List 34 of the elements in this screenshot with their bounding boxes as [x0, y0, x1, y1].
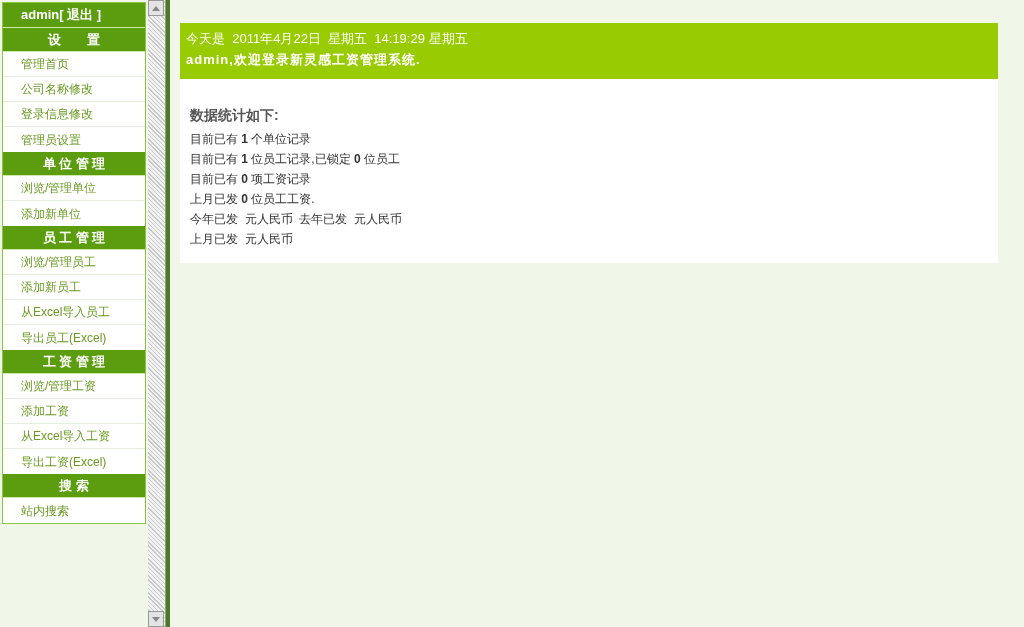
stats-line: 目前已有 1 个单位记录: [190, 131, 313, 148]
sidebar-item[interactable]: 从Excel导入员工: [3, 300, 145, 325]
scroll-up-icon[interactable]: [148, 0, 164, 16]
stats-line: 目前已有 1 位员工记录,已锁定 0 位员工: [190, 151, 402, 168]
sidebar-item[interactable]: 浏览/管理单位: [3, 176, 145, 201]
stats-line: 上月已发 元人民币: [190, 231, 294, 248]
sidebar-item[interactable]: 登录信息修改: [3, 102, 145, 127]
welcome-text: admin,欢迎登录新灵感工资管理系统.: [186, 51, 422, 69]
scrollbar[interactable]: [148, 0, 165, 627]
sidebar-item[interactable]: 站内搜索: [3, 498, 145, 523]
stats-line: 今年已发 元人民币 去年已发 元人民币: [190, 211, 403, 228]
date-text: 今天是 2011年4月22日 星期五 14:19:29 星期五: [186, 30, 469, 48]
scroll-down-icon[interactable]: [148, 611, 164, 627]
sidebar-item[interactable]: 从Excel导入工资: [3, 424, 145, 449]
section-heading: 单 位 管 理: [3, 152, 145, 176]
sidebar-item[interactable]: 添加新单位: [3, 201, 145, 226]
section-heading: 设 置: [3, 28, 145, 52]
sidebar-item[interactable]: 浏览/管理员工: [3, 250, 145, 275]
sidebar-item[interactable]: 添加工资: [3, 399, 145, 424]
stats-title: 数据统计如下:: [190, 106, 280, 125]
sidebar-item[interactable]: 公司名称修改: [3, 77, 145, 102]
username: admin: [21, 6, 60, 25]
sidebar-item[interactable]: 管理首页: [3, 52, 145, 77]
sidebar-item[interactable]: 管理员设置: [3, 127, 145, 152]
sidebar-item[interactable]: 浏览/管理工资: [3, 374, 145, 399]
section-heading: 工 资 管 理: [3, 350, 145, 374]
section-heading: 搜 索: [3, 474, 145, 498]
sidebar-item[interactable]: 导出员工(Excel): [3, 325, 145, 350]
section-heading: 员 工 管 理: [3, 226, 145, 250]
stats-line: 目前已有 0 项工资记录: [190, 171, 313, 188]
logout-link[interactable]: [ 退出 ]: [59, 5, 102, 25]
sidebar-item[interactable]: 添加新员工: [3, 275, 145, 300]
stats-line: 上月已发 0 位员工工资.: [190, 191, 316, 208]
sidebar-item[interactable]: 导出工资(Excel): [3, 449, 145, 474]
